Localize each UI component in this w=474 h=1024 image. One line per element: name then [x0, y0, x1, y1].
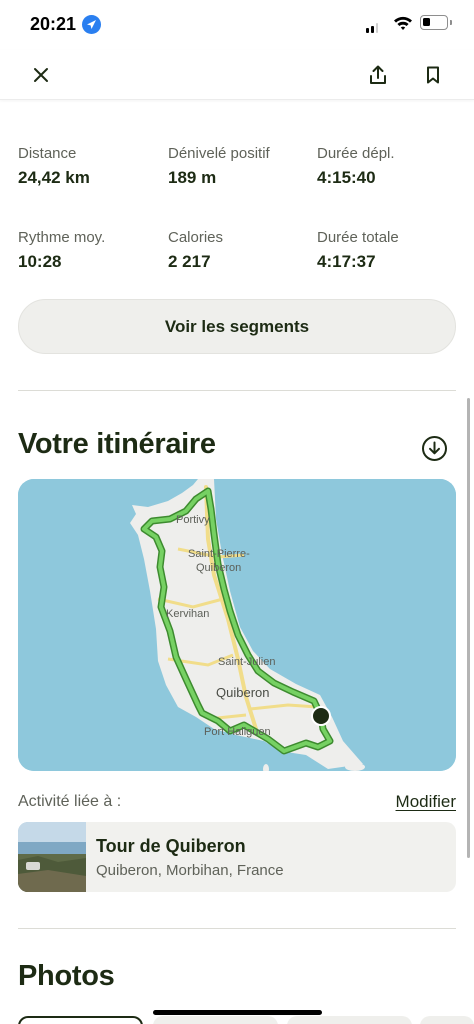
- download-button[interactable]: [421, 435, 448, 462]
- activity-title: Tour de Quiberon: [96, 836, 246, 856]
- divider: [18, 928, 456, 929]
- battery-icon: [420, 15, 448, 30]
- stat-pace: Rythme moy. 10:28: [18, 229, 168, 272]
- close-button[interactable]: [25, 59, 57, 91]
- stat-distance: Distance 24,42 km: [18, 145, 168, 188]
- divider: [18, 390, 456, 391]
- stat-calories: Calories 2 217: [168, 229, 318, 272]
- route-map[interactable]: Portivy Saint-Pierre- Quiberon Kervihan …: [18, 479, 456, 771]
- stat-value: 4:15:40: [317, 168, 376, 187]
- stat-value: 189 m: [168, 168, 217, 187]
- stat-label: Distance: [18, 145, 77, 162]
- share-icon: [370, 65, 386, 84]
- stat-elevation: Dénivelé positif 189 m: [168, 145, 318, 188]
- itinerary-title: Votre itinéraire: [18, 428, 216, 460]
- share-button[interactable]: [362, 59, 394, 91]
- modify-link[interactable]: Modifier: [396, 792, 456, 812]
- stat-value: 4:17:37: [317, 252, 376, 271]
- stat-moving-time: Durée dépl. 4:15:40: [317, 145, 467, 188]
- stat-value: 2 217: [168, 252, 211, 271]
- close-icon: [34, 68, 48, 82]
- photo-tile[interactable]: [287, 1016, 412, 1024]
- map-label: Quiberon: [196, 562, 241, 574]
- photos-title: Photos: [18, 960, 115, 992]
- photo-tile[interactable]: [153, 1016, 278, 1024]
- map-islet: [345, 763, 365, 771]
- download-icon: [422, 436, 447, 461]
- battery-tip: [450, 20, 452, 25]
- map-label: Saint-Julien: [218, 656, 275, 668]
- stat-value: 10:28: [18, 252, 62, 271]
- linked-activity-label: Activité liée à :: [18, 793, 122, 810]
- status-time: 20:21: [30, 14, 77, 34]
- map-label: Saint-Pierre-: [188, 548, 250, 560]
- stat-label: Dénivelé positif: [168, 145, 270, 162]
- stat-label: Calories: [168, 229, 224, 246]
- signal-icon: [366, 20, 378, 33]
- stat-label: Durée totale: [317, 229, 399, 246]
- scrollbar[interactable]: [467, 398, 470, 858]
- view-segments-button[interactable]: Voir les segments: [18, 299, 456, 354]
- top-bar: [0, 50, 474, 100]
- map-label: Kervihan: [166, 608, 209, 620]
- photo-tile[interactable]: [420, 1016, 474, 1024]
- home-indicator[interactable]: [153, 1010, 322, 1015]
- activity-location: Quiberon, Morbihan, France: [96, 862, 284, 879]
- route-end-marker: [311, 706, 331, 726]
- activity-thumbnail: [18, 822, 86, 892]
- map-label: Portivy: [176, 514, 210, 526]
- bookmark-button[interactable]: [417, 59, 449, 91]
- stat-label: Durée dépl.: [317, 145, 395, 162]
- bookmark-icon: [427, 66, 439, 84]
- photo-tile[interactable]: [18, 1016, 143, 1024]
- wifi-icon: [393, 15, 413, 31]
- map-label: Quiberon: [216, 685, 269, 700]
- stat-value: 24,42 km: [18, 168, 90, 187]
- stat-label: Rythme moy.: [18, 229, 106, 246]
- linked-activity-card[interactable]: Tour de Quiberon Quiberon, Morbihan, Fra…: [18, 822, 456, 892]
- status-bar: 20:21: [0, 0, 474, 50]
- stat-total-time: Durée totale 4:17:37: [317, 229, 467, 272]
- location-arrow-icon: [82, 15, 101, 34]
- map-label: Port Haliguen: [204, 726, 271, 738]
